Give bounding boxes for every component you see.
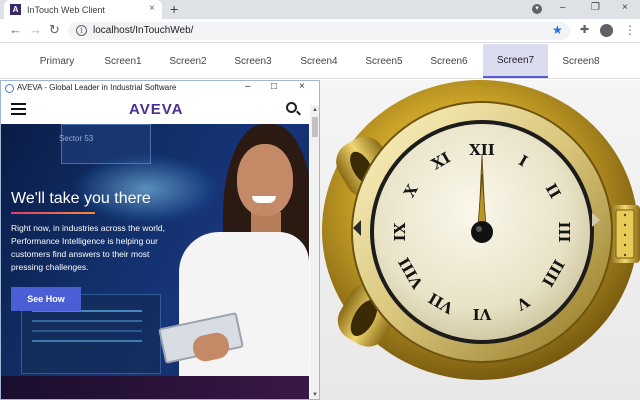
tab-screen2[interactable]: Screen2 [157,44,219,78]
vertical-scrollbar[interactable]: ▲ ▼ [310,105,319,399]
browser-menu-icon[interactable]: ⋮ [624,23,636,37]
embedded-maximize-button[interactable]: □ [271,81,277,92]
search-icon[interactable] [286,102,297,113]
numeral-iii: III [555,221,573,242]
clock-panel: XII I II III IIII V VI VII VIII IX X XI [320,80,640,400]
embedded-window-titlebar: AVEVA - Global Leader in Industrial Soft… [1,81,319,96]
forward-button[interactable]: → [29,23,42,37]
tab-close-icon[interactable]: × [149,3,155,14]
browser-tabstrip: A InTouch Web Client × + ▾ – ❐ × [0,0,640,19]
profile-avatar[interactable] [600,24,613,37]
center-pin-highlight [476,226,482,232]
profile-menu-icon[interactable]: ▾ [532,4,542,14]
extensions-icon[interactable]: ✚ [580,23,589,36]
sector-label: Sector 53 [59,134,94,143]
browser-tab[interactable]: A InTouch Web Client × [4,0,162,19]
tab-screen4[interactable]: Screen4 [288,44,350,78]
center-pin [471,221,493,243]
pocket-watch: XIIIIIIIIIIIIVVIVIIVIIIIXXXI [322,80,640,380]
screen-tab-bar: Primary Screen1 Screen2 Screen3 Screen4 … [0,44,640,79]
new-tab-button[interactable]: + [170,1,178,17]
see-how-button[interactable]: See How [11,287,81,311]
hero-accent-rule [11,212,95,214]
tab-screen3[interactable]: Screen3 [222,44,284,78]
site-header: AVEVA [1,96,309,124]
back-button[interactable]: ← [9,23,22,37]
window-restore-button[interactable]: ❐ [591,2,600,13]
aveva-logo[interactable]: AVEVA [129,101,183,118]
tab-screen5[interactable]: Screen5 [353,44,415,78]
hero-banner: Sector 53 We'll take you there Right now… [1,124,309,399]
tab-primary[interactable]: Primary [26,44,88,78]
numeral-ix: IX [391,222,409,241]
browser-toolbar: ← → ↻ i localhost/InTouchWeb/ ★ ✚ ⋮ [0,19,640,43]
aveva-favicon-icon: A [10,4,21,15]
embedded-close-button[interactable]: × [299,81,305,92]
site-info-icon[interactable]: i [76,25,87,36]
address-bar[interactable]: i localhost/InTouchWeb/ ★ [68,22,570,40]
scroll-thumb[interactable] [312,117,318,137]
window-minimize-button[interactable]: – [560,2,566,13]
ie-globe-icon [5,84,14,93]
bookmark-star-icon[interactable]: ★ [552,23,563,37]
person-smile [252,196,276,203]
scroll-up-arrow-icon[interactable]: ▲ [310,105,319,115]
embedded-minimize-button[interactable]: – [245,81,251,92]
hero-heading: We'll take you there [11,190,151,207]
url-text[interactable]: localhost/InTouchWeb/ [93,25,193,36]
tab-screen1[interactable]: Screen1 [92,44,154,78]
embedded-window-title: AVEVA - Global Leader in Industrial Soft… [17,83,177,92]
hero-body-text: Right now, in industries across the worl… [11,223,166,272]
reload-button[interactable]: ↻ [49,23,60,37]
hero-bottom-strip [1,376,309,399]
person-shirt [179,232,309,399]
person-face [237,144,293,216]
embedded-web-window: AVEVA - Global Leader in Industrial Soft… [0,80,320,400]
tab-screen8[interactable]: Screen8 [550,44,612,78]
hamburger-menu-icon[interactable] [11,103,26,115]
numeral-vi: VI [473,305,493,323]
tab-screen6[interactable]: Screen6 [418,44,480,78]
window-close-button[interactable]: × [622,2,628,13]
scroll-down-arrow-icon[interactable]: ▼ [310,390,319,399]
crown-knob [610,205,640,263]
tab-screen7[interactable]: Screen7 [483,44,548,78]
tab-title: InTouch Web Client [27,4,105,15]
